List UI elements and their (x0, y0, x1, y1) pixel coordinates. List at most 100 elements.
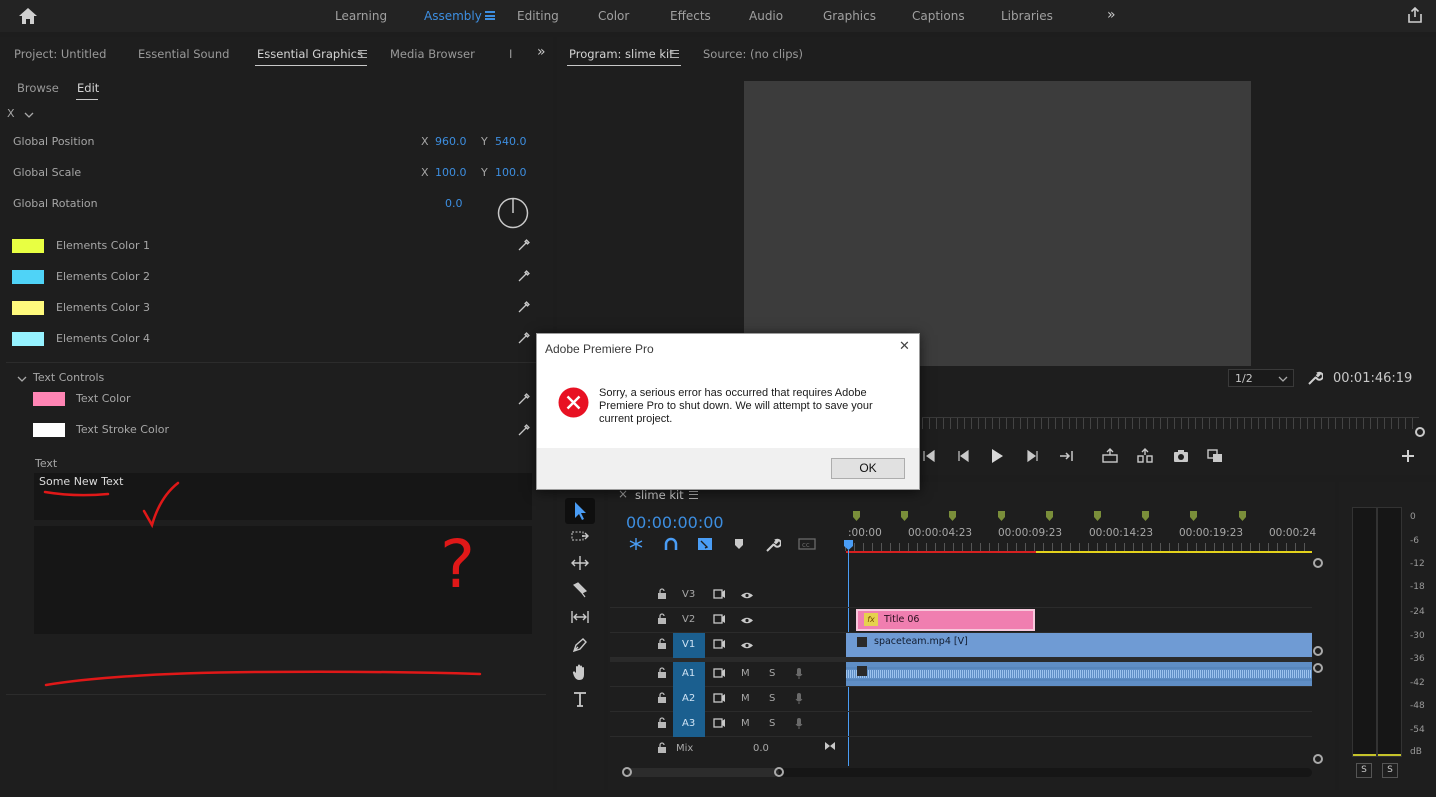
eyedropper-icon[interactable] (517, 423, 531, 437)
solo-button[interactable]: S (769, 668, 775, 679)
tab-overflow[interactable]: I (509, 47, 512, 61)
workspace-tab-graphics[interactable]: Graphics (823, 9, 876, 23)
sync-lock-icon[interactable] (713, 639, 726, 649)
elements-color-3-swatch[interactable] (12, 301, 44, 315)
text-controls-label[interactable]: Text Controls (33, 371, 104, 384)
lock-icon[interactable] (657, 742, 667, 754)
track-select-tool-icon[interactable] (571, 528, 589, 544)
global-position-x-value[interactable]: 960.0 (435, 135, 467, 148)
tab-media-browser[interactable]: Media Browser (390, 47, 475, 61)
timeline-marker[interactable] (1239, 511, 1246, 521)
track-label-a3[interactable]: A3 (682, 718, 695, 729)
step-back-icon[interactable] (955, 448, 971, 464)
vertical-scroll-handle[interactable] (1313, 754, 1323, 764)
collapse-chevron-icon[interactable] (17, 373, 27, 382)
lock-icon[interactable] (657, 588, 667, 600)
elements-color-2-swatch[interactable] (12, 270, 44, 284)
lock-icon[interactable] (657, 638, 667, 650)
workspace-tab-editing[interactable]: Editing (517, 9, 559, 23)
scroll-start-handle[interactable] (622, 767, 632, 777)
selection-tool-icon[interactable] (565, 498, 595, 524)
tab-source[interactable]: Source: (no clips) (703, 47, 803, 61)
workspace-tab-assembly[interactable]: Assembly (424, 9, 482, 23)
workspace-tab-learning[interactable]: Learning (335, 9, 387, 23)
sync-lock-icon[interactable] (713, 668, 726, 678)
scrub-end-handle[interactable] (1415, 427, 1425, 437)
meter-solo-left-button[interactable]: S (1356, 763, 1372, 778)
eye-icon[interactable] (740, 640, 754, 649)
tab-sequence[interactable]: slime kit (635, 488, 684, 502)
sequence-timecode[interactable]: 00:00:00:00 (626, 513, 724, 532)
slip-tool-icon[interactable] (570, 609, 590, 625)
text-stroke-color-swatch[interactable] (33, 423, 65, 437)
eye-icon[interactable] (740, 590, 754, 599)
vertical-scroll-handle[interactable] (1313, 646, 1323, 656)
type-tool-icon[interactable] (571, 690, 589, 708)
rotation-dial-icon[interactable] (497, 197, 529, 229)
timeline-marker[interactable] (901, 511, 908, 521)
workspace-tab-audio[interactable]: Audio (749, 9, 783, 23)
workspace-tab-color[interactable]: Color (598, 9, 629, 23)
elements-color-1-swatch[interactable] (12, 239, 44, 253)
lift-icon[interactable] (1101, 448, 1119, 464)
panel-more-icon[interactable]: » (537, 44, 546, 60)
tab-project[interactable]: Project: Untitled (14, 47, 106, 61)
timeline-settings-icon[interactable] (765, 537, 782, 553)
elements-color-4-swatch[interactable] (12, 332, 44, 346)
lock-icon[interactable] (657, 667, 667, 679)
wrench-icon[interactable] (1307, 370, 1324, 386)
track-label-v3[interactable]: V3 (682, 589, 695, 600)
more-workspaces-icon[interactable]: » (1107, 7, 1116, 23)
microphone-icon[interactable] (795, 692, 803, 705)
mute-button[interactable]: M (741, 668, 750, 679)
timeline-marker[interactable] (1142, 511, 1149, 521)
pen-tool-icon[interactable] (571, 637, 589, 653)
step-forward-icon[interactable] (1025, 448, 1041, 464)
home-icon[interactable] (18, 7, 38, 25)
timeline-marker[interactable] (853, 511, 860, 521)
eyedropper-icon[interactable] (517, 238, 531, 252)
subtab-edit[interactable]: Edit (77, 81, 99, 95)
global-position-y-value[interactable]: 540.0 (495, 135, 527, 148)
video-preview[interactable] (744, 81, 1251, 366)
track-label-v1[interactable]: V1 (682, 639, 695, 650)
timeline-marker[interactable] (1046, 511, 1053, 521)
sync-lock-icon[interactable] (713, 693, 726, 703)
comparison-view-icon[interactable] (1206, 448, 1224, 464)
meter-solo-right-button[interactable]: S (1382, 763, 1398, 778)
horizontal-scrollbar[interactable] (627, 768, 1312, 777)
dialog-close-button[interactable]: ✕ (899, 339, 910, 354)
vertical-scroll-handle[interactable] (1313, 663, 1323, 673)
hand-tool-icon[interactable] (571, 663, 589, 681)
video-clip[interactable]: spaceteam.mp4 [V] (846, 633, 1312, 657)
add-marker-icon[interactable] (734, 538, 744, 550)
solo-button[interactable]: S (769, 718, 775, 729)
ripple-edit-tool-icon[interactable] (571, 555, 589, 571)
microphone-icon[interactable] (795, 667, 803, 680)
workspace-tab-effects[interactable]: Effects (670, 9, 711, 23)
timeline-marker[interactable] (1190, 511, 1197, 521)
snap-icon[interactable] (663, 537, 679, 551)
timeline-marker[interactable] (998, 511, 1005, 521)
global-scale-y-value[interactable]: 100.0 (495, 166, 527, 179)
tab-essential-graphics[interactable]: Essential Graphics (257, 47, 363, 61)
chevron-down-icon[interactable] (24, 109, 34, 118)
linked-selection-icon[interactable] (697, 537, 713, 551)
resolution-select[interactable]: 1/2 (1228, 369, 1294, 387)
go-to-in-icon[interactable] (921, 448, 937, 464)
sync-lock-icon[interactable] (713, 614, 726, 624)
timeline-marker[interactable] (949, 511, 956, 521)
program-scrub-bar[interactable] (922, 417, 1419, 429)
razor-tool-icon[interactable] (571, 582, 589, 598)
captions-icon[interactable]: cc (798, 538, 816, 550)
eyedropper-icon[interactable] (517, 392, 531, 406)
play-icon[interactable] (989, 447, 1005, 465)
workspace-tab-captions[interactable]: Captions (912, 9, 965, 23)
title-clip[interactable]: fx Title 06 (856, 609, 1035, 631)
ruler-ticks[interactable] (845, 543, 1312, 551)
program-timecode[interactable]: 00:01:46:19 (1333, 371, 1412, 386)
camera-icon[interactable] (1172, 448, 1190, 464)
global-rotation-value[interactable]: 0.0 (445, 197, 463, 210)
lock-icon[interactable] (657, 717, 667, 729)
sync-lock-icon[interactable] (713, 589, 726, 599)
